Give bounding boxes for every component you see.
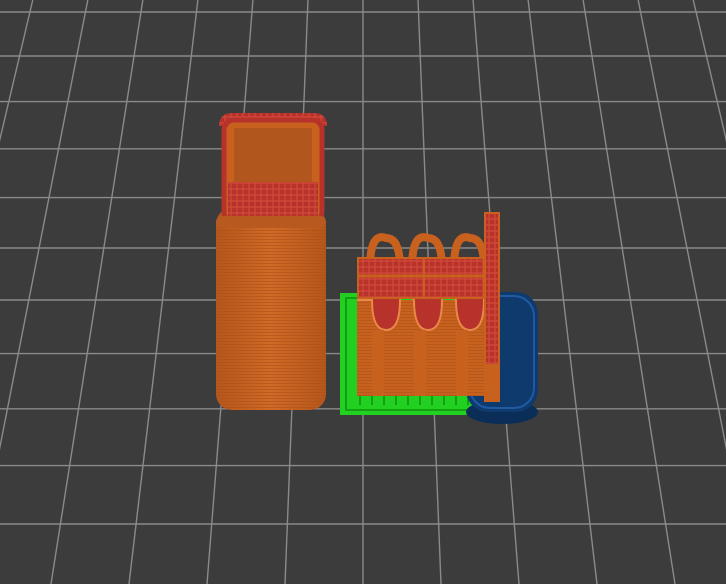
grid-line [637,0,726,451]
tall-box [216,113,327,410]
clip-part [357,212,500,402]
grid-line [0,0,89,451]
grid-line [128,0,199,584]
grid-line [692,0,726,142]
grid-line [582,0,676,584]
3d-print-preview-viewport[interactable] [0,0,726,584]
slicer-preview-canvas[interactable] [0,0,726,584]
grid-line [0,0,34,142]
grid-line [50,0,144,584]
grid-line [527,0,598,584]
